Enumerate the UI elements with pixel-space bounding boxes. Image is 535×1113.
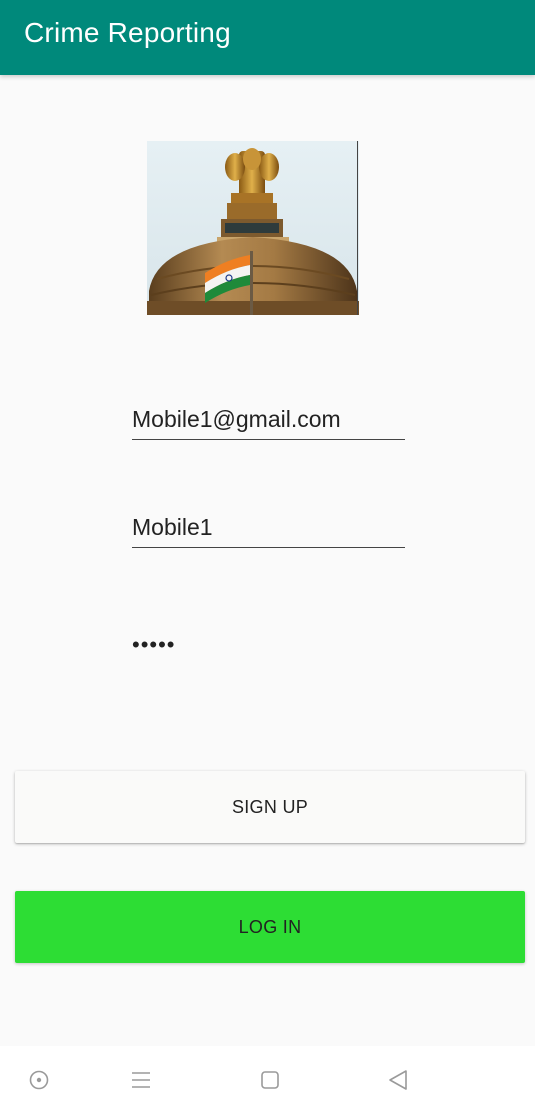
username-underline	[132, 547, 405, 548]
system-nav-bar	[0, 1046, 535, 1113]
email-value: Mobile1@gmail.com	[132, 406, 341, 432]
emblem-image	[147, 141, 359, 315]
assistant-icon[interactable]	[27, 1068, 51, 1092]
password-value: •••••	[132, 632, 176, 657]
app-title: Crime Reporting	[24, 17, 231, 48]
app-bar: Crime Reporting	[0, 0, 535, 75]
username-field[interactable]: Mobile1	[132, 513, 405, 549]
home-square-icon[interactable]	[258, 1068, 282, 1092]
emblem-dome-illustration	[147, 141, 359, 315]
menu-icon[interactable]	[129, 1068, 153, 1092]
email-field[interactable]: Mobile1@gmail.com	[132, 405, 405, 441]
email-underline	[132, 439, 405, 440]
log-in-button[interactable]: LOG IN	[15, 891, 525, 963]
password-field[interactable]: •••••	[132, 632, 405, 668]
username-value: Mobile1	[132, 514, 213, 540]
sign-up-button[interactable]: SIGN UP	[15, 771, 525, 843]
back-triangle-icon[interactable]	[386, 1068, 410, 1092]
